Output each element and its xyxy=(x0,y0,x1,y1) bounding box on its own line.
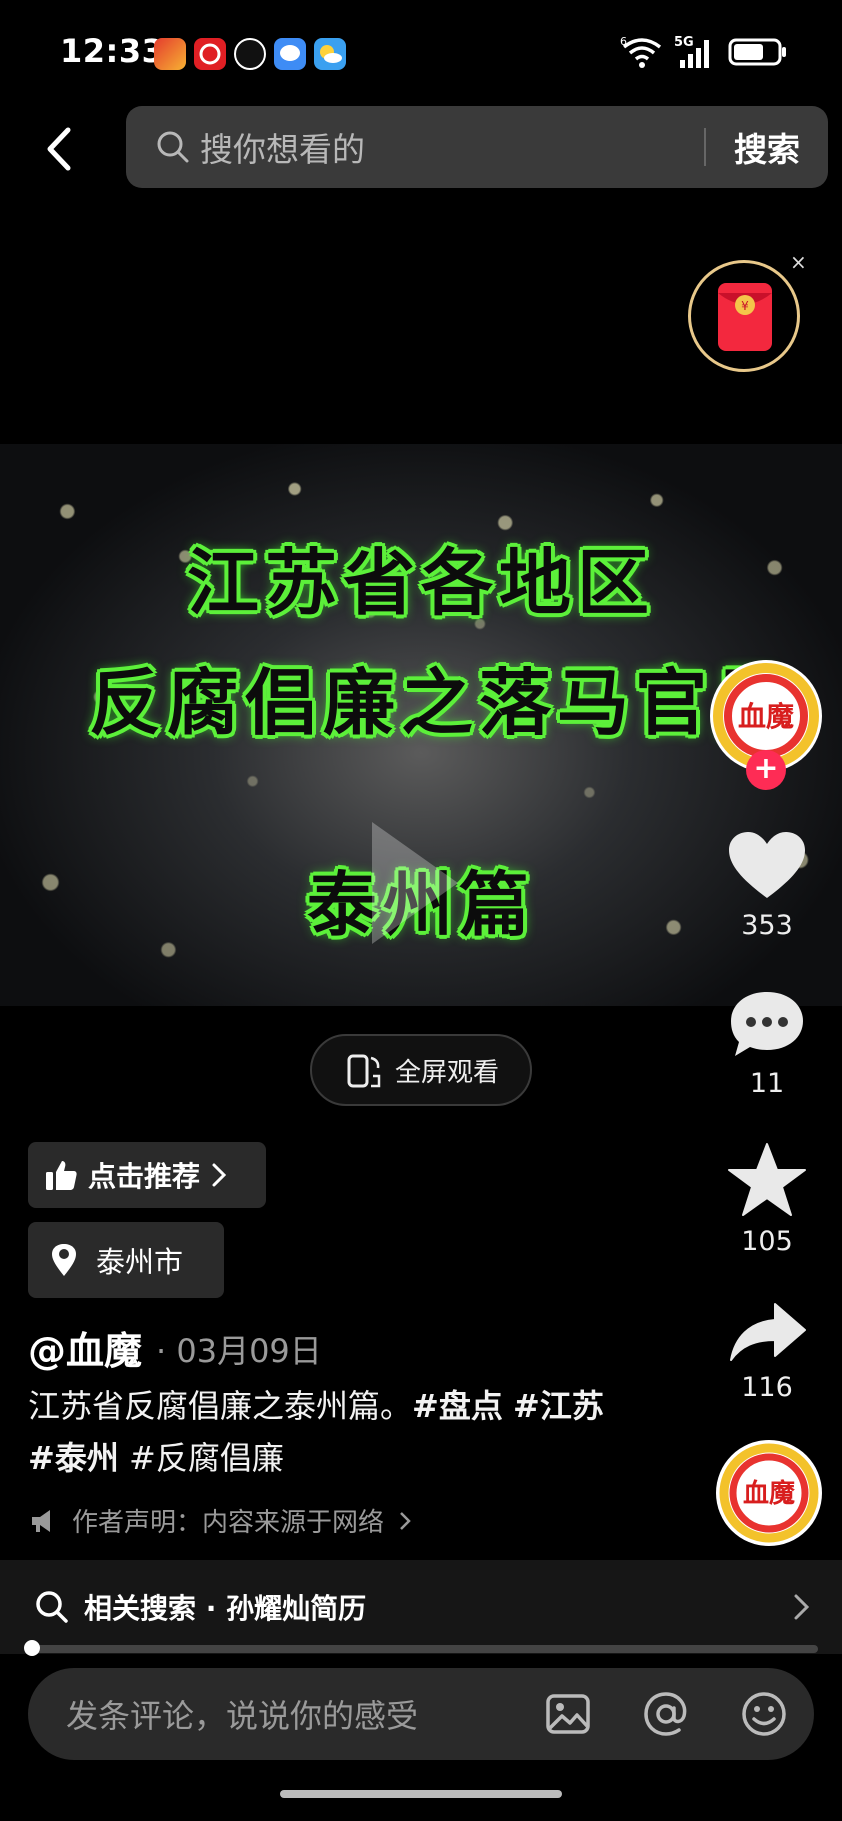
comment-bubble-icon xyxy=(731,992,803,1056)
recommend-label: 点击推荐 xyxy=(88,1160,201,1193)
music-disc-avatar[interactable]: 血魔 xyxy=(716,1440,822,1546)
app-red-icon xyxy=(154,38,186,70)
search-button[interactable]: 搜索 xyxy=(706,123,828,171)
recommend-button[interactable]: 点击推荐 xyxy=(28,1142,266,1208)
comment-input[interactable]: 发条评论，说说你的感受 xyxy=(66,1691,544,1737)
video-progress-bar[interactable] xyxy=(28,1645,818,1653)
app-weather-icon xyxy=(314,38,346,70)
description-text: 江苏省反腐倡廉之泰州篇。 xyxy=(28,1387,413,1425)
fullscreen-button[interactable]: 全屏观看 xyxy=(310,1034,532,1106)
author-declaration[interactable]: 作者声明：内容来源于网络 xyxy=(30,1502,412,1539)
favorite-action[interactable]: 105 xyxy=(712,1142,822,1257)
location-pin-icon xyxy=(52,1244,76,1276)
fullscreen-label: 全屏观看 xyxy=(394,1057,499,1088)
hashtag-pandian[interactable]: #盘点 xyxy=(412,1387,503,1425)
video-description: 江苏省反腐倡廉之泰州篇。#盘点 #江苏 #泰州 #反腐倡廉 xyxy=(28,1380,628,1484)
related-search-icon xyxy=(36,1591,68,1623)
play-icon[interactable] xyxy=(360,808,470,958)
like-action[interactable]: 353 xyxy=(712,830,822,941)
heart-icon xyxy=(729,832,805,898)
network-type: 5G xyxy=(674,35,694,50)
thumbs-up-icon xyxy=(46,1161,77,1190)
fullscreen-rotate-icon xyxy=(347,1054,381,1088)
share-action[interactable]: 116 xyxy=(712,1300,822,1403)
megaphone-icon xyxy=(32,1509,50,1532)
hashtag-fanfu[interactable]: #反腐倡廉 xyxy=(129,1439,284,1477)
declaration-text: 作者声明：内容来源于网络 xyxy=(72,1508,385,1538)
search-icon xyxy=(157,131,189,163)
star-icon xyxy=(728,1143,806,1216)
comment-count: 11 xyxy=(749,1068,785,1099)
wifi-icon: 6 xyxy=(620,35,662,68)
back-arrow-icon[interactable] xyxy=(40,124,80,174)
related-search-label: 相关搜索 · 孙耀灿简历 xyxy=(84,1592,367,1625)
related-search-bar[interactable]: 相关搜索 · 孙耀灿简历 xyxy=(0,1560,842,1654)
post-date: · 03月09日 xyxy=(156,1332,322,1370)
author-name[interactable]: @血魔 xyxy=(28,1320,142,1375)
chevron-right-small-icon xyxy=(400,1511,411,1530)
comment-input-bar[interactable]: 发条评论，说说你的感受 xyxy=(28,1668,814,1760)
status-indicators: 6 5G xyxy=(620,34,788,70)
battery-icon xyxy=(728,38,786,66)
related-chevron-icon xyxy=(794,1594,810,1620)
home-indicator[interactable] xyxy=(280,1790,562,1798)
app-hand-icon xyxy=(234,38,266,70)
share-count: 116 xyxy=(741,1372,793,1403)
status-time: 12:33 xyxy=(60,32,165,70)
share-arrow-icon xyxy=(730,1303,806,1361)
app-message-icon xyxy=(274,38,306,70)
disc-avatar-text: 血魔 xyxy=(743,1479,795,1509)
comment-action[interactable]: 11 xyxy=(712,988,822,1099)
video-title-line1: 江苏省各地区 xyxy=(186,541,655,625)
app-netease-icon xyxy=(194,38,226,70)
music-disc-icon: 血魔 xyxy=(719,1443,819,1543)
like-count: 353 xyxy=(741,910,793,941)
video-progress-handle[interactable] xyxy=(24,1640,40,1656)
image-icon[interactable] xyxy=(544,1690,592,1738)
status-app-icons xyxy=(154,38,346,70)
at-mention-icon[interactable] xyxy=(642,1690,690,1738)
wifi-badge: 6 xyxy=(620,35,627,48)
hashtag-jiangsu[interactable]: #江苏 xyxy=(513,1387,604,1425)
red-packet-icon: ¥ xyxy=(718,283,772,351)
location-label: 泰州市 xyxy=(96,1245,184,1279)
hashtag-taizhou[interactable]: #泰州 xyxy=(28,1439,119,1477)
avatar-text: 血魔 xyxy=(738,700,794,733)
emoji-icon[interactable] xyxy=(740,1690,788,1738)
location-tag[interactable]: 泰州市 xyxy=(28,1222,224,1298)
red-packet-coin: ¥ xyxy=(741,299,749,313)
search-input[interactable]: 搜你想看的 xyxy=(200,123,704,171)
red-packet-widget[interactable]: ¥ xyxy=(688,260,800,372)
favorite-count: 105 xyxy=(741,1226,793,1257)
signal-icon: 5G xyxy=(674,35,709,68)
search-bar[interactable]: 搜你想看的 搜索 xyxy=(126,106,828,188)
chevron-right-icon xyxy=(212,1163,227,1187)
follow-button[interactable]: + xyxy=(746,750,786,790)
